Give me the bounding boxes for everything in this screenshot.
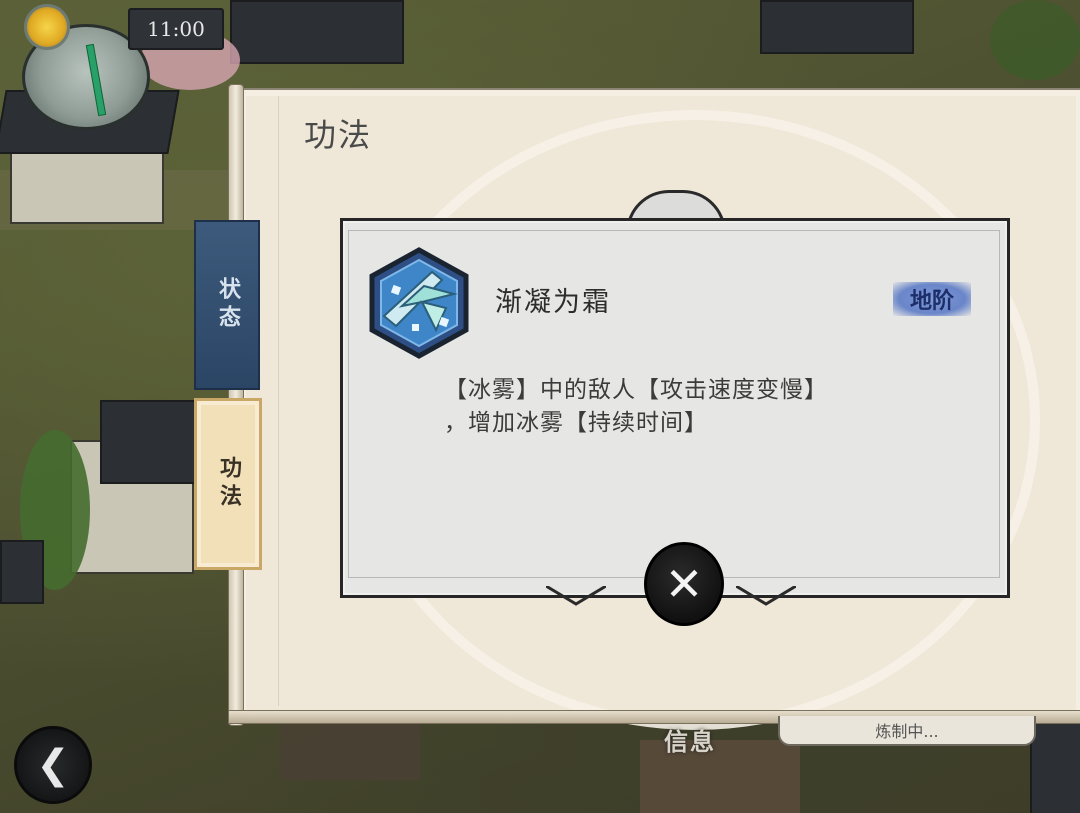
skill-description-line: ，增加冰雾【持续时间】 [444,410,708,436]
skill-grade-badge: 地阶 [893,282,971,316]
house-roof [100,400,204,484]
house-roof [1030,720,1080,813]
dialog-foot-ornament [545,584,607,606]
crafting-status-bar[interactable]: 炼制中... [778,716,1036,746]
house-roof [760,0,914,54]
skill-name: 渐凝为霜 [495,287,611,318]
ice-crystal-icon [362,246,476,360]
cart [280,720,420,780]
skill-description-line: 【冰雾】中的敌人【攻击速度变慢】 [444,377,828,403]
house-roof [0,540,44,604]
tab-status[interactable]: 状态 [194,220,260,390]
house-roof [230,0,404,64]
dialog-foot-ornament [735,584,797,606]
back-arrow-icon: ❮ [36,742,70,788]
game-time: 11:00 [128,8,224,50]
close-button[interactable]: ✕ [644,542,724,626]
close-icon: ✕ [664,557,704,611]
tree [990,0,1080,80]
back-button[interactable]: ❮ [14,726,92,804]
panel-title: 功法 [304,116,373,154]
sun-icon [24,4,70,50]
tab-gongfa[interactable]: 功法 [194,398,262,570]
skill-description: 【冰雾】中的敌人【攻击速度变慢】 ，增加冰雾【持续时间】 [444,374,964,440]
info-label[interactable]: 信息 [664,722,716,757]
